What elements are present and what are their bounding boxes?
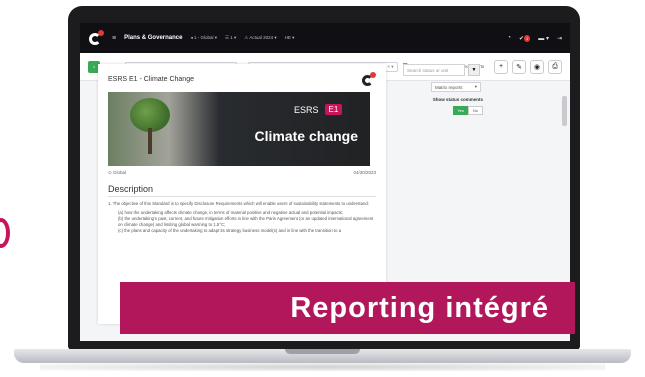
edit-icon[interactable]: ✎ [512, 59, 526, 74]
list-item: (b) the undertaking's past, current, and… [118, 216, 374, 227]
standard-code-badge: E1 [324, 104, 343, 115]
app-title[interactable]: Plans & Governance [124, 35, 182, 41]
filter-button-icon[interactable]: ▼ [468, 64, 480, 76]
scope-selector[interactable]: ◂ 1 - Global ▾ [190, 35, 217, 41]
promo-text: Reporting intégré [290, 291, 549, 324]
laptop-shadow [40, 363, 605, 371]
print-icon[interactable]: ⎙ [548, 59, 562, 74]
no-toggle[interactable]: No [467, 106, 483, 115]
level-selector[interactable]: ☰ 1 ▾ [225, 35, 236, 41]
notifications-icon[interactable]: ✔ 1 [519, 34, 531, 42]
right-panel: Search status or unit ▼ Matrix reports ▾ … [403, 64, 483, 115]
banner-subtitle: Climate change [254, 128, 358, 144]
language-selector[interactable]: HE ▾ [285, 35, 295, 41]
help-icon[interactable]: ◔ [507, 35, 511, 41]
top-navbar: ≡ Plans & Governance ◂ 1 - Global ▾ ☰ 1 … [80, 23, 570, 53]
logout-icon[interactable]: ⇥ [557, 35, 562, 42]
climate-banner: ESRS E1 Climate change [108, 92, 370, 166]
tree-image [108, 92, 218, 166]
scrollbar[interactable] [562, 96, 567, 126]
section-title: Description [108, 184, 376, 197]
objective-list: (a) how the undertaking affects climate … [108, 210, 376, 234]
section-intro: 1. The objective of this Standard is to … [108, 201, 369, 206]
app-logo-icon[interactable] [88, 30, 104, 46]
document-title: ESRS E1 - Climate Change [108, 75, 194, 83]
scope-label: ⊙ Global [108, 170, 127, 175]
notification-badge: 1 [524, 34, 531, 42]
esrs-label: ESRS E1 [294, 104, 343, 115]
view-icon[interactable]: ◉ [530, 59, 544, 74]
laptop-notch [285, 349, 360, 354]
yes-toggle[interactable]: Yes [453, 106, 468, 115]
flag-icon[interactable]: ▬ ▾ [538, 35, 549, 42]
add-icon[interactable]: + [494, 59, 508, 74]
period-selector[interactable]: ⚠ Actual 2024 ▾ [244, 35, 276, 41]
list-item: (c) the plans and capacity of the undert… [118, 228, 342, 233]
menu-icon[interactable]: ≡ [112, 35, 116, 42]
document-date: 04/30/2023 [353, 170, 376, 175]
matrix-reports-select[interactable]: Matrix reports ▾ [431, 82, 481, 92]
show-status-label: Show status comments [432, 97, 483, 102]
status-search-input[interactable]: Search status or unit [403, 64, 465, 76]
promo-banner: Reporting intégré [120, 282, 575, 334]
decorative-arc [0, 218, 10, 248]
company-logo-icon [362, 72, 376, 86]
